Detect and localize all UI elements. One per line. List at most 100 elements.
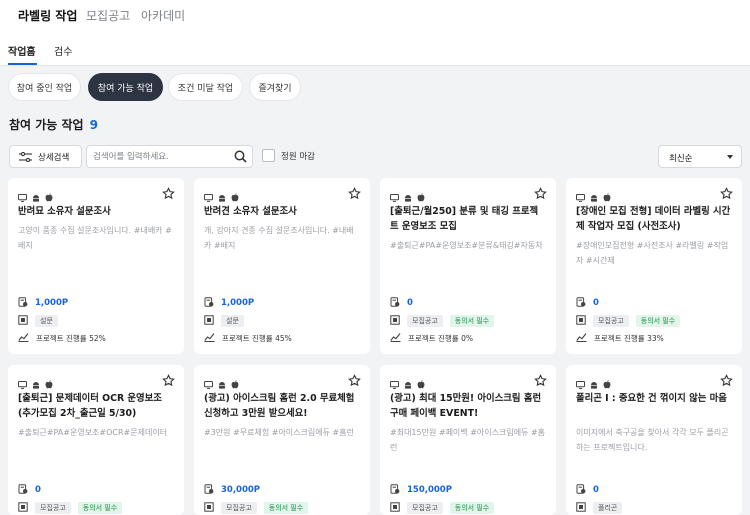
progress-text: 프로젝트 진행률 33% [594, 333, 664, 343]
point-icon [18, 297, 28, 309]
tag-icon [390, 315, 400, 327]
card-title: (광고) 아이스크림 홈런 2.0 무료체험 신청하고 3만원 받으세요! [204, 393, 355, 419]
star-icon[interactable] [348, 185, 361, 204]
tag-badge: 모집공고 [221, 502, 257, 514]
chart-icon [204, 332, 215, 344]
closed-checkbox-label: 정원 마감 [281, 152, 315, 162]
star-icon[interactable] [534, 185, 547, 204]
nav-recruit[interactable]: 모집공고 [86, 7, 130, 24]
sub-nav: 작업홈 검수 [0, 34, 750, 66]
tag-badge: 동의서 필수 [263, 502, 309, 514]
sliders-icon [19, 151, 32, 162]
tab-review[interactable]: 검수 [54, 43, 72, 58]
tag-row: 모집공고 동의서 필수 [576, 315, 681, 327]
progress-row: 프로젝트 진행률 0% [390, 332, 473, 344]
tag-badge: 모집공고 [407, 315, 443, 327]
project-card[interactable]: 반려견 소유자 설문조사개, 강아지 견종 수집 설문조사입니다. #내배카 #… [194, 178, 370, 354]
reward-row: 1,000P [204, 297, 254, 309]
card-description: #출퇴근#PA#운영보조#분류&태깅#자동차 [390, 241, 543, 250]
reward-row: 0 [18, 484, 41, 496]
reward-row: 0 [576, 297, 599, 309]
star-icon[interactable] [162, 372, 175, 391]
tag-row: 모집공고 동의서 필수 [390, 502, 495, 514]
search-input[interactable] [93, 150, 228, 164]
tag-row: 모집공고 동의서 필수 [204, 502, 309, 514]
tag-icon [18, 502, 28, 514]
star-icon[interactable] [348, 372, 361, 391]
progress-row: 프로젝트 진행률 33% [576, 332, 664, 344]
tag-badge: 설문 [221, 315, 244, 327]
section-count: 9 [89, 118, 98, 132]
progress-text: 프로젝트 진행률 45% [222, 333, 292, 343]
search-icon[interactable] [234, 150, 247, 163]
top-nav: 라벨링 작업 모집공고 아카데미 [0, 0, 750, 34]
point-icon [204, 484, 214, 496]
nav-labeling-work[interactable]: 라벨링 작업 [18, 7, 77, 24]
tag-row: 설문 [204, 315, 244, 327]
pill-ineligible[interactable]: 조건 미달 작업 [168, 73, 243, 101]
card-description: #3만원 #무료체험 #아이스크림에듀 #홈런 [204, 428, 354, 437]
project-card[interactable]: (광고) 최대 15만원! 아이스크림 홈런 구매 페이백 EVENT! #최대1… [380, 365, 556, 515]
star-icon[interactable] [534, 372, 547, 391]
card-title: [출퇴근] 문제데이터 OCR 운영보조 (추가모집 2차_출근일 5/30) [18, 393, 162, 419]
active-tab-indicator [8, 63, 37, 65]
tag-row: 설문 [18, 315, 58, 327]
project-card[interactable]: (광고) 아이스크림 홈런 2.0 무료체험 신청하고 3만원 받으세요! #3만… [194, 365, 370, 515]
card-title: 폴리곤 I : 중요한 건 꺾이지 않는 마음 [576, 393, 727, 404]
reward-row: 150,000P [390, 484, 452, 496]
sort-select[interactable]: 최신순 [658, 145, 742, 168]
tag-badge: 동의서 필수 [635, 315, 681, 327]
pill-favorites[interactable]: 즐겨찾기 [249, 73, 301, 101]
tag-row: 모집공고 동의서 필수 [18, 502, 123, 514]
project-card[interactable]: [출퇴근/월250] 분류 및 태깅 프로젝트 운영보조 모집 #출퇴근#PA#운… [380, 178, 556, 354]
card-description: 고양이 품종 수집 설문조사입니다. #내배카 #배지 [18, 226, 172, 250]
project-card[interactable]: 폴리곤 I : 중요한 건 꺾이지 않는 마음이미지에서 축구공을 찾아서 각각… [566, 365, 742, 515]
reward-row: 0 [390, 297, 413, 309]
tag-icon [204, 315, 214, 327]
card-title: [출퇴근/월250] 분류 및 태깅 프로젝트 운영보조 모집 [390, 206, 539, 232]
point-icon [204, 297, 214, 309]
tag-badge: 모집공고 [35, 502, 71, 514]
chevron-down-icon [727, 155, 733, 159]
tag-badge: 동의서 필수 [449, 315, 495, 327]
project-card[interactable]: [장애인 모집 전형] 데이터 라벨링 시간제 작업자 모집 (사전조사) #장애… [566, 178, 742, 354]
advanced-search-button[interactable]: 상세검색 [9, 145, 82, 168]
reward-value: 0 [35, 485, 41, 495]
point-icon [390, 484, 400, 496]
tag-icon [576, 502, 586, 514]
card-description: 개, 강아지 견종 수집 설문조사입니다. #내배카 #배지 [204, 226, 354, 250]
tab-work-home[interactable]: 작업홈 [8, 43, 36, 58]
section-title: 참여 가능 작업 [9, 118, 84, 132]
tag-badge: 동의서 필수 [449, 502, 495, 514]
reward-value: 0 [407, 298, 413, 308]
card-title: 반려묘 소유자 설문조사 [18, 206, 111, 217]
advanced-search-label: 상세검색 [38, 152, 70, 163]
progress-text: 프로젝트 진행률 0% [408, 333, 473, 343]
nav-academy[interactable]: 아카데미 [141, 7, 185, 24]
card-description: #출퇴근#PA#운영보조#OCR#문제데이터 [18, 428, 168, 437]
star-icon[interactable] [720, 372, 733, 391]
closed-checkbox[interactable] [262, 149, 275, 162]
card-description: #최대15만원 #페이백 #아이스크림에듀 #홈런 [390, 428, 546, 452]
reward-row: 30,000P [204, 484, 260, 496]
point-icon [18, 484, 28, 496]
card-title: 반려견 소유자 설문조사 [204, 206, 297, 217]
tag-badge: 설문 [35, 315, 58, 327]
star-icon[interactable] [162, 185, 175, 204]
tag-badge: 동의서 필수 [77, 502, 123, 514]
pill-available[interactable]: 참여 가능 작업 [88, 73, 163, 101]
tag-icon [390, 502, 400, 514]
sort-value: 최신순 [669, 154, 693, 164]
tag-badge: 폴리곤 [593, 502, 623, 514]
card-description: 이미지에서 축구공을 찾아서 각각 모두 폴리곤하는 프로젝트입니다. [576, 428, 729, 452]
search-box [86, 145, 253, 168]
star-icon[interactable] [720, 185, 733, 204]
reward-value: 1,000P [35, 298, 69, 308]
project-card[interactable]: 반려묘 소유자 설문조사고양이 품종 수집 설문조사입니다. #내배카 #배지 1… [8, 178, 184, 354]
project-card[interactable]: [출퇴근] 문제데이터 OCR 운영보조 (추가모집 2차_출근일 5/30) #… [8, 365, 184, 515]
pill-participating[interactable]: 참여 중인 작업 [8, 73, 81, 101]
point-icon [576, 297, 586, 309]
reward-row: 0 [576, 484, 599, 496]
section-heading: 참여 가능 작업 9 [9, 116, 98, 133]
reward-value: 1,000P [221, 298, 255, 308]
